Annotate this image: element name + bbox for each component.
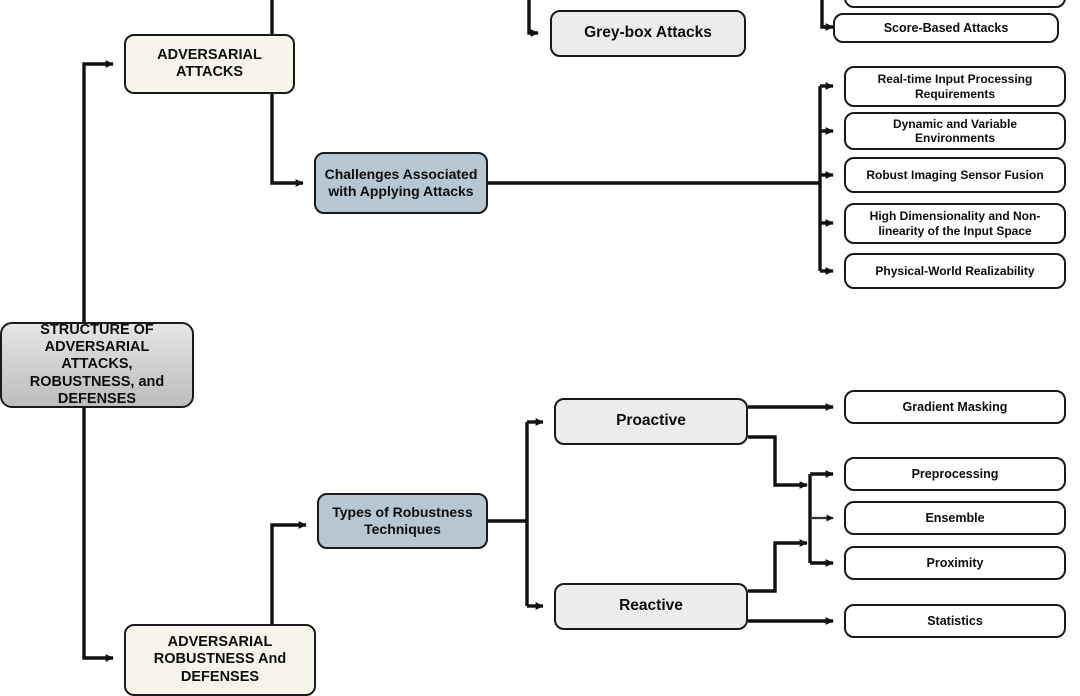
edge-root-to-attacks [82, 60, 114, 330]
edge-to-grey-box [527, 0, 539, 37]
node-reactive[interactable]: Reactive [554, 583, 748, 630]
node-preprocessing[interactable]: Preprocessing [844, 457, 1066, 491]
node-challenge-dynamic-variable-environments[interactable]: Dynamic and Variable Environments [844, 112, 1066, 150]
node-types-of-robustness-techniques[interactable]: Types of Robustness Techniques [317, 493, 488, 549]
diagram-canvas: STRUCTURE OF ADVERSARIAL ATTACKS, ROBUST… [0, 0, 1080, 696]
node-gradient-masking[interactable]: Gradient Masking [844, 390, 1066, 424]
node-challenge-real-time-input[interactable]: Real-time Input Processing Requirements [844, 66, 1066, 107]
node-challenge-physical-world-realizability[interactable]: Physical-World Realizability [844, 253, 1066, 289]
node-score-based-attacks[interactable]: Score-Based Attacks [833, 13, 1059, 43]
node-challenge-robust-imaging-sensor-fusion[interactable]: Robust Imaging Sensor Fusion [844, 157, 1066, 193]
node-cropped-attack-item[interactable] [844, 0, 1066, 8]
node-challenges-applying-attacks[interactable]: Challenges Associated with Applying Atta… [314, 152, 488, 214]
edge-reactive-to-mid-bus [748, 539, 808, 593]
node-ensemble[interactable]: Ensemble [844, 501, 1066, 535]
node-adversarial-robustness-defenses[interactable]: ADVERSARIAL ROBUSTNESS And DEFENSES [124, 624, 316, 696]
node-grey-box-attacks[interactable]: Grey-box Attacks [550, 10, 746, 57]
node-challenge-high-dimensionality[interactable]: High Dimensionality and Non-linearity of… [844, 203, 1066, 244]
edge-robustness-to-types [270, 521, 307, 625]
node-proactive[interactable]: Proactive [554, 398, 748, 445]
edge-root-to-robustness [82, 400, 114, 662]
node-statistics[interactable]: Statistics [844, 604, 1066, 638]
node-root[interactable]: STRUCTURE OF ADVERSARIAL ATTACKS, ROBUST… [0, 322, 194, 408]
edge-proactive-to-mid-bus [748, 435, 808, 489]
edge-to-score-based [820, 0, 834, 31]
edge-attacks-to-challenges [270, 94, 304, 187]
node-adversarial-attacks[interactable]: ADVERSARIAL ATTACKS [124, 34, 295, 94]
node-proximity[interactable]: Proximity [844, 546, 1066, 580]
